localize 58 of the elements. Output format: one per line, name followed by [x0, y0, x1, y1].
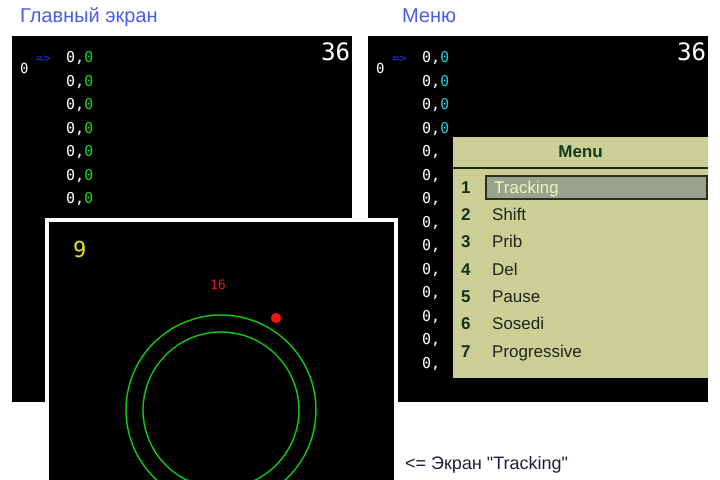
ring-label: 16 — [210, 279, 226, 292]
row-value: 0, — [422, 74, 440, 89]
menu-item[interactable]: Prib — [485, 230, 708, 255]
row-value: 0 — [84, 191, 94, 206]
item-number: 3 — [460, 231, 472, 254]
row-value: 0, — [422, 120, 440, 136]
row-value: 0, — [422, 262, 440, 277]
row-value: 0, — [66, 50, 84, 66]
counter: 36 — [321, 40, 350, 64]
row-value: 0, — [422, 97, 440, 112]
menu-item[interactable]: Progressive — [485, 338, 708, 364]
item-number: 4 — [460, 258, 472, 281]
row-value: 0, — [66, 168, 84, 183]
caption: Меню — [402, 6, 456, 26]
item-number: 2 — [460, 204, 472, 226]
row-value: 0 — [84, 50, 94, 66]
row-value: 0, — [66, 191, 84, 206]
row-value: 0 — [84, 168, 94, 183]
cursor-arrow: => — [36, 52, 50, 64]
row-value: 0, — [422, 285, 440, 300]
row-value: 0, — [422, 50, 440, 66]
row-value: 0, — [66, 97, 84, 112]
row-value: 0, — [422, 332, 440, 348]
counter: 36 — [677, 40, 706, 64]
menu-item[interactable]: Sosedi — [485, 312, 708, 337]
menu-item[interactable]: Pause — [485, 284, 708, 310]
row-value: 0, — [66, 144, 84, 160]
row-value: 0 — [440, 97, 450, 112]
side-value: 0 — [376, 62, 384, 76]
count-value: 9 — [73, 240, 86, 262]
row-value: 0, — [422, 356, 440, 371]
row-value: 0 — [84, 120, 94, 136]
row-value: 0, — [66, 120, 84, 136]
row-value: 0 — [440, 120, 450, 136]
row-value: 0 — [440, 50, 450, 66]
row-value: 0, — [422, 238, 440, 254]
menu-item[interactable]: Del — [485, 257, 708, 282]
row-value: 0 — [84, 97, 94, 112]
caption: Главный экран — [20, 6, 158, 26]
item-number: 5 — [460, 286, 472, 308]
row-value: 0 — [440, 74, 450, 89]
item-number: 6 — [460, 313, 472, 336]
cursor-arrow: => — [392, 52, 406, 64]
side-value: 0 — [20, 62, 28, 76]
menu-title: Menu — [558, 141, 603, 164]
row-value: 0, — [422, 168, 440, 183]
row-value: 0, — [66, 74, 84, 89]
row-value: 0, — [422, 308, 440, 324]
row-value: 0 — [84, 74, 94, 89]
item-number: 1 — [460, 176, 472, 199]
row-value: 0 — [84, 144, 94, 160]
row-value: 0, — [422, 144, 440, 160]
row-value: 0, — [422, 191, 440, 206]
row-value: 0, — [422, 214, 440, 230]
item-number: 7 — [460, 340, 472, 363]
position-dot — [271, 313, 281, 323]
menu-item[interactable]: Shift — [485, 202, 708, 228]
caption: <= Экран "Tracking" — [405, 454, 568, 472]
